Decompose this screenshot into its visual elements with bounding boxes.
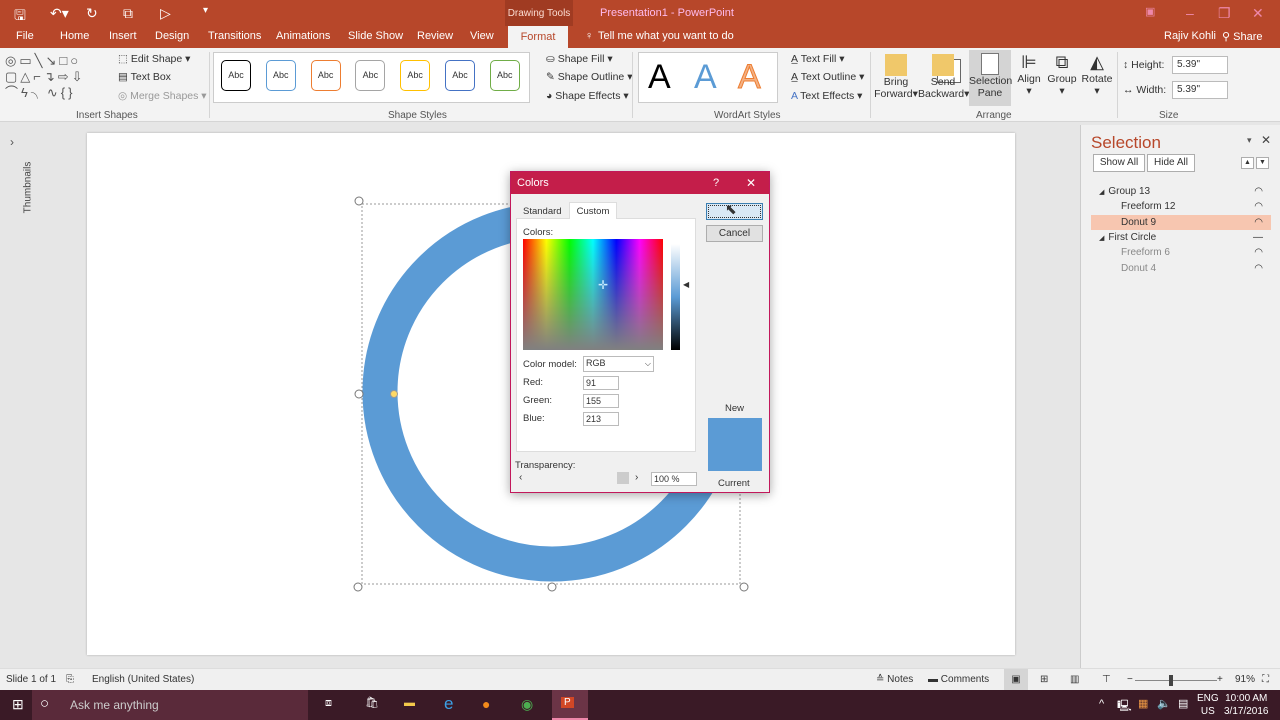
visibility-eye-icon[interactable]: ◠	[1254, 261, 1263, 276]
zoom-level[interactable]: 91%	[1235, 669, 1255, 691]
zoom-in-icon[interactable]: +	[1217, 669, 1223, 691]
normal-view-icon[interactable]: ▣	[1004, 669, 1028, 691]
zoom-slider-thumb[interactable]	[1169, 675, 1173, 686]
visibility-eye-icon[interactable]: ◠	[1254, 245, 1263, 260]
mouse-cursor-icon: ⬉	[725, 201, 737, 217]
selection-pane-title: Selection	[1091, 133, 1161, 152]
dialog-title-bar: Colors	[511, 172, 769, 194]
cancel-button[interactable]: Cancel	[706, 225, 763, 242]
collapse-icon[interactable]: ◢	[1099, 189, 1104, 196]
slideshow-view-icon[interactable]: ⊤	[1102, 669, 1111, 691]
transparency-label: Transparency:	[515, 460, 576, 471]
show-all-button[interactable]: Show All	[1093, 154, 1145, 172]
cortana-icon: ○	[40, 695, 50, 712]
bring-forward-icon[interactable]: ▲	[1241, 157, 1254, 169]
help-button[interactable]: ?	[713, 177, 719, 189]
file-explorer-icon[interactable]: ▬	[404, 697, 415, 709]
close-pane-icon[interactable]: ✕	[1261, 133, 1271, 147]
windows-start-icon[interactable]: ⊞	[12, 696, 24, 713]
blue-input[interactable]: 213	[583, 412, 619, 426]
selection-item[interactable]: ◢ Group 13 ◠	[1091, 184, 1271, 199]
hide-all-button[interactable]: Hide All	[1147, 154, 1195, 172]
color-model-value: RGB	[586, 358, 606, 368]
visibility-eye-icon[interactable]: ◠	[1254, 215, 1263, 230]
crosshair-icon: ✛	[598, 278, 609, 292]
slide-sorter-icon[interactable]: ⊞	[1040, 669, 1048, 691]
selection-item-label: First Circle	[1108, 231, 1157, 243]
selection-pane: Selection ▾ ✕ Show All Hide All ▲ ▼ ◢ Gro…	[1080, 125, 1280, 668]
language-status[interactable]: English (United States)	[92, 669, 194, 691]
chevron-down-icon: ⌵	[644, 359, 651, 368]
new-color-preview	[708, 418, 762, 471]
powerpoint-icon: P	[561, 697, 574, 708]
edge-icon[interactable]: e	[444, 694, 453, 714]
slide-counter: Slide 1 of 1	[6, 674, 57, 685]
antivirus-icon[interactable]: ▦	[1138, 697, 1148, 710]
firefox-icon[interactable]: ●	[482, 696, 490, 712]
network-icon[interactable]: 🖳	[1117, 697, 1132, 716]
selection-item-label: Donut 9	[1121, 216, 1157, 228]
reading-view-icon[interactable]: ▥	[1070, 669, 1079, 691]
spellcheck-icon[interactable]: ⎘	[66, 669, 74, 691]
green-input[interactable]: 155	[583, 394, 619, 408]
new-label: New	[725, 403, 745, 414]
selection-item[interactable]: Freeform 12 ◠	[1091, 199, 1271, 214]
taskbar: ⊞ ○ Ask me anything 🎙 ⧈ 🛍 ▬ e ● ◉ P ^ 🖳 …	[0, 690, 1280, 720]
tab-custom[interactable]: Custom	[569, 202, 617, 219]
scroll-left-icon[interactable]: ‹	[519, 472, 522, 483]
luminance-slider[interactable]	[671, 244, 680, 350]
powerpoint-taskbar-button[interactable]: P	[552, 690, 588, 720]
tab-standard[interactable]: Standard	[523, 206, 562, 217]
color-model-select[interactable]: RGB ⌵	[583, 356, 654, 372]
red-label: Red:	[523, 377, 544, 388]
chrome-icon[interactable]: ◉	[521, 696, 533, 713]
color-spectrum[interactable]	[523, 239, 663, 350]
clock[interactable]: 10:00 AM 3/17/2016	[1224, 692, 1269, 718]
comments-button[interactable]: ▬ Comments	[928, 669, 989, 691]
green-label: Green:	[523, 395, 553, 406]
adjust-handle[interactable]	[390, 390, 398, 398]
selection-item-label: Freeform 6	[1121, 247, 1170, 259]
notes-button[interactable]: ≙ Notes	[876, 669, 913, 691]
search-placeholder: Ask me anything	[70, 698, 159, 712]
selection-item-label: Group 13	[1108, 186, 1151, 197]
show-hidden-icons[interactable]: ^	[1099, 698, 1104, 710]
action-center-icon[interactable]: ▤	[1178, 697, 1188, 710]
selection-item[interactable]: Donut 9 ◠	[1091, 214, 1271, 230]
dialog-title: Colors	[517, 177, 549, 189]
color-model-label: Color model:	[523, 359, 577, 370]
visibility-eye-icon[interactable]: ◠	[1254, 184, 1263, 199]
luminance-arrow-icon[interactable]: ◀	[683, 280, 689, 289]
volume-icon[interactable]: 🔈	[1157, 697, 1171, 710]
transparency-input[interactable]: 100 %	[651, 472, 697, 486]
input-language[interactable]: ENG US	[1197, 692, 1219, 718]
pane-options-icon[interactable]: ▾	[1247, 135, 1252, 146]
selection-item[interactable]: Freeform 6 ◠	[1091, 245, 1271, 260]
colors-dialog: Colors ? ✕ Standard Custom Colors: ✛ ◀ C…	[510, 171, 770, 493]
cortana-search-box[interactable]: ○ Ask me anything 🎙	[32, 690, 306, 720]
selection-item[interactable]: ◢ First Circle —	[1091, 230, 1271, 245]
scroll-right-icon[interactable]: ›	[635, 472, 638, 483]
store-icon[interactable]: 🛍	[365, 696, 379, 709]
zoom-out-icon[interactable]: −	[1127, 669, 1133, 691]
status-bar: Slide 1 of 1 ⎘ English (United States) ≙…	[0, 668, 1280, 691]
selection-item[interactable]: Donut 4 ◠	[1091, 261, 1271, 276]
zoom-slider[interactable]	[1135, 680, 1217, 681]
hidden-dash-icon[interactable]: —	[1253, 230, 1263, 245]
selection-item-label: Donut 4	[1121, 262, 1157, 274]
selection-item-label: Freeform 12	[1121, 201, 1176, 213]
colors-label: Colors:	[523, 227, 554, 238]
visibility-eye-icon[interactable]: ◠	[1254, 199, 1263, 214]
collapse-icon[interactable]: ◢	[1099, 235, 1104, 242]
transparency-slider-thumb[interactable]	[617, 472, 629, 484]
red-input[interactable]: 91	[583, 376, 619, 390]
send-backward-icon[interactable]: ▼	[1256, 157, 1269, 169]
task-view-icon[interactable]: ⧈	[325, 697, 332, 710]
current-label: Current	[718, 478, 750, 489]
close-dialog-button[interactable]: ✕	[746, 176, 756, 190]
fit-slide-icon[interactable]: ⛶	[1262, 669, 1269, 691]
blue-label: Blue:	[523, 413, 545, 424]
